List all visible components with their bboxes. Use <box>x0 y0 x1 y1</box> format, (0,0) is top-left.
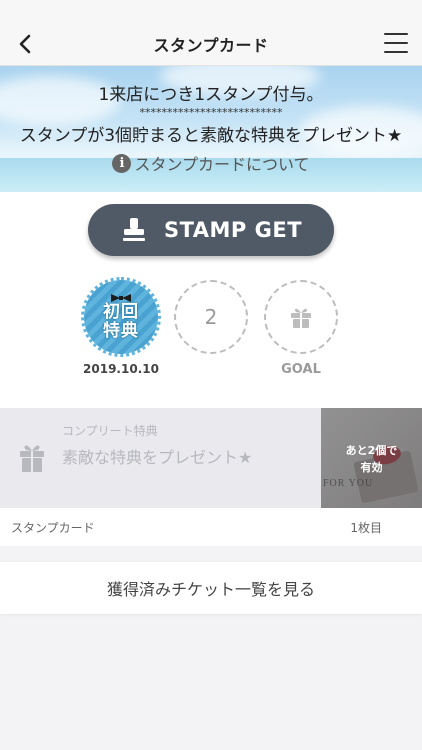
remaining-line-2: 有効 <box>360 461 383 474</box>
back-chevron-icon[interactable] <box>14 32 38 56</box>
reward-title: 素敵な特典をプレゼント★ <box>62 448 253 467</box>
about-stamp-card-link[interactable]: i スタンプカードについて <box>112 151 310 175</box>
status-bar <box>0 0 422 22</box>
stamp-slot-2: 2 <box>174 280 248 354</box>
ribbon-icon <box>111 293 131 302</box>
gift-icon <box>291 308 311 328</box>
card-name-label: スタンプカード <box>11 521 95 535</box>
info-icon: i <box>112 153 132 173</box>
stamp-card-screen: スタンプカード 1来店につき1スタンプ付与。 *****************… <box>0 0 422 750</box>
info-banner: 1来店につき1スタンプ付与。 *************************… <box>0 66 422 192</box>
acquired-tickets-link[interactable]: 獲得済みチケット一覧を見る <box>0 562 422 614</box>
page-title: スタンプカード <box>153 35 269 55</box>
stamp-section: STAMP GET 初回 特典 2 2019.10.10 GOAL <box>0 192 422 408</box>
stamp-slot-goal <box>264 280 338 354</box>
goal-label: GOAL <box>281 362 321 377</box>
remaining-count-label: あと2個で 有効 <box>321 442 422 476</box>
about-stamp-card-label: スタンプカードについて <box>134 155 310 174</box>
banner-line-1: 1来店につき1スタンプ付与。 <box>98 85 324 105</box>
banner-line-2: スタンプが3個貯まると素敵な特典をプレゼント★ <box>19 126 403 146</box>
complete-reward-card[interactable]: コンプリート特典 素敵な特典をプレゼント★ FOR YOU あと2個で 有効 <box>0 408 422 508</box>
card-footer: スタンプカード 1枚目 <box>0 508 422 546</box>
card-count-label: 1枚目 <box>350 521 382 535</box>
stamp-slot-1: 初回 特典 <box>81 277 161 357</box>
reward-image-caption: FOR YOU <box>323 478 374 489</box>
first-visit-badge: 初回 特典 <box>81 277 161 357</box>
first-visit-badge-text: 初回 特典 <box>103 301 139 341</box>
stamp-slot-number: 2 <box>204 305 218 329</box>
hamburger-menu-icon[interactable] <box>384 33 408 53</box>
navigation-bar: スタンプカード <box>0 22 422 66</box>
reward-image[interactable]: FOR YOU あと2個で 有効 <box>321 408 422 508</box>
banner-stars-divider: ************************** <box>139 106 283 119</box>
remaining-line-1: あと2個で <box>345 444 398 457</box>
gift-icon <box>20 445 44 472</box>
reward-subtitle: コンプリート特典 <box>62 424 158 438</box>
badge-text-line-2: 特典 <box>103 320 139 341</box>
stamp-icon <box>122 218 145 241</box>
stamp-date: 2019.10.10 <box>83 362 159 376</box>
stamp-get-label: STAMP GET <box>163 218 303 242</box>
stamp-slots: 初回 特典 2 2019.10.10 GOAL <box>0 277 422 390</box>
stamp-get-button[interactable]: STAMP GET <box>88 204 334 256</box>
badge-text-line-1: 初回 <box>103 301 139 322</box>
